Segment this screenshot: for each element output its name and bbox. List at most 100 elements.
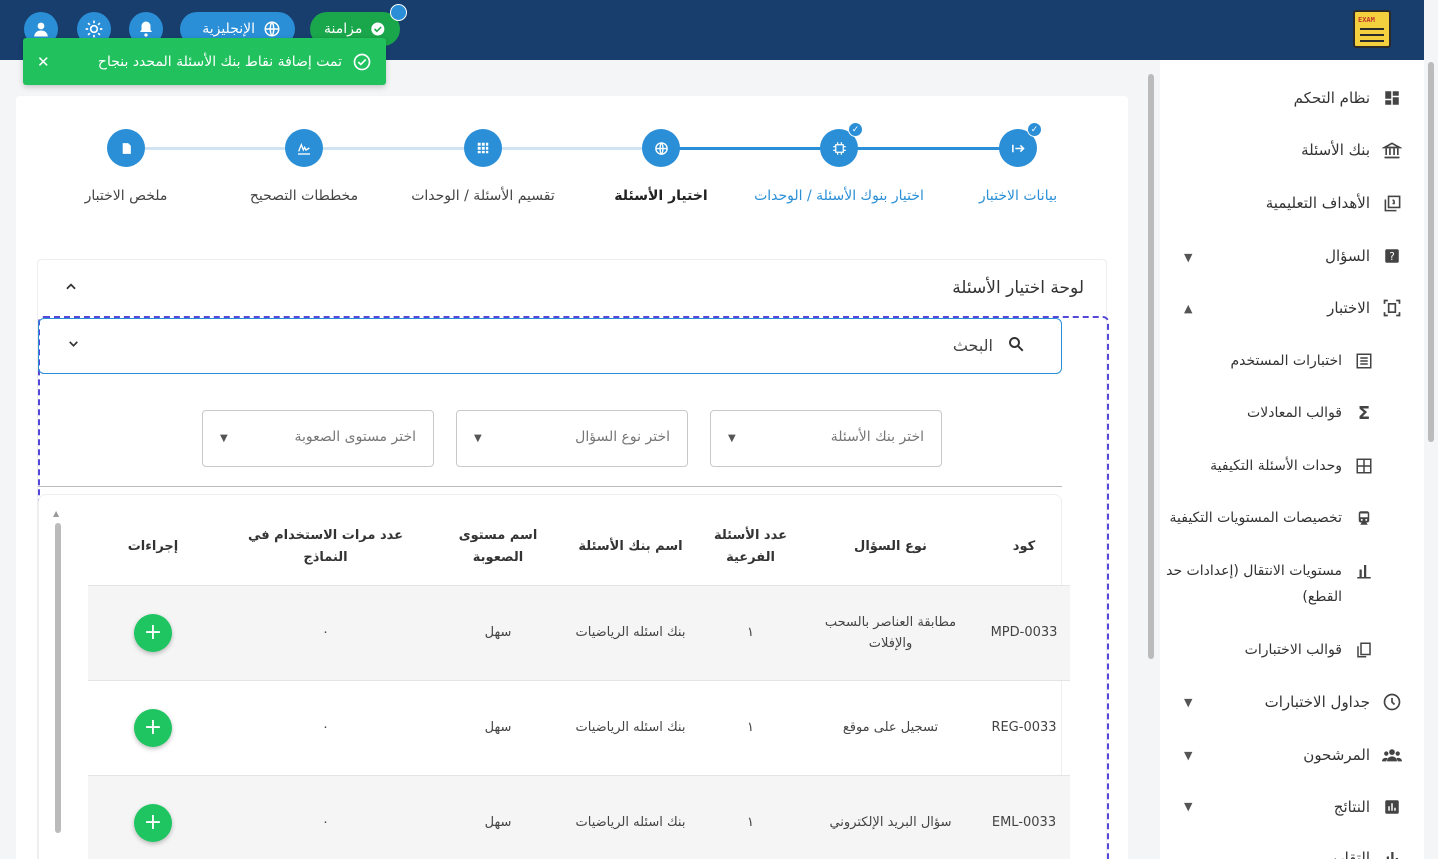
- signature-icon: [298, 142, 310, 155]
- sidebar-item-exam[interactable]: الاختبار: [1327, 298, 1402, 318]
- sidebar-item-objectives[interactable]: الأهداف التعليمية: [1266, 193, 1402, 213]
- search-expander[interactable]: البحث: [38, 318, 1062, 374]
- success-toast: ✕ تمت إضافة نقاط بنك الأسئلة المحدد بنجا…: [23, 38, 386, 85]
- chevron-down-icon[interactable]: ▼: [1184, 800, 1192, 813]
- report-icon: [1382, 848, 1402, 859]
- cell-usage: ٠: [218, 775, 433, 859]
- level-select-placeholder: اختر مستوى الصعوبة: [294, 429, 416, 445]
- chip-icon: [832, 141, 846, 155]
- sidebar-item-adaptive-levels[interactable]: تخصيصات المستويات التكيفية: [1170, 508, 1374, 528]
- divider: [38, 486, 1062, 487]
- dropdown-arrow-icon: ▼: [474, 433, 482, 444]
- table-row: MPD-0033 مطابقة العناصر بالسحب والإفلات …: [88, 585, 1070, 681]
- step-marking-schemes[interactable]: مخططات التصحيح: [204, 129, 404, 207]
- sidebar-item-results[interactable]: النتائج: [1334, 797, 1402, 817]
- difficulty-select[interactable]: اختر مستوى الصعوبة ▼: [202, 410, 434, 467]
- header-subcount: عدد الأسئلة الفرعية: [698, 510, 803, 586]
- logo-text: EXAM: [1358, 16, 1375, 24]
- step-label: اختيار بنوك الأسئلة / الوحدات: [754, 188, 924, 204]
- step-label: مخططات التصحيح: [249, 188, 359, 204]
- questions-table: كود نوع السؤال عدد الأسئلة الفرعية اسم ب…: [88, 510, 1070, 859]
- question-icon: ?: [1382, 246, 1402, 266]
- bell-icon: [140, 21, 152, 37]
- sidebar-item-adaptive-units[interactable]: وحدات الأسئلة التكيفية: [1210, 456, 1374, 476]
- search-icon: [1007, 335, 1025, 358]
- step-select-banks[interactable]: ✓ اختيار بنوك الأسئلة / الوحدات: [739, 122, 939, 207]
- main-scrollbar[interactable]: [1146, 62, 1156, 859]
- sidebar-item-label: بنك الأسئلة: [1301, 141, 1370, 159]
- sidebar-item-exam-templates[interactable]: قوالب الاختبارات: [1245, 640, 1374, 660]
- table-scrollbar[interactable]: ▲: [53, 509, 61, 859]
- cell-type: تسجيل على موقع: [803, 680, 978, 776]
- cell-bank: بنك اسئله الرياضيات: [563, 775, 698, 859]
- app-logo[interactable]: EXAM: [1353, 10, 1391, 48]
- sidebar-item-equation-templates[interactable]: Σ قوالب المعادلات: [1247, 403, 1374, 424]
- toast-message: تمت إضافة نقاط بنك الأسئلة المحدد بنجاح: [97, 53, 342, 70]
- sidebar-item-reports[interactable]: التقارير: [1325, 848, 1402, 859]
- grid-icon: [1354, 456, 1374, 476]
- cell-bank: بنك اسئله الرياضيات: [563, 585, 698, 681]
- collapse-chevron-up-icon[interactable]: [64, 280, 78, 298]
- user-icon: [34, 22, 48, 37]
- bank-icon: [1382, 140, 1402, 160]
- search-label: البحث: [952, 336, 993, 355]
- header-bank: اسم بنك الأسئلة: [563, 510, 698, 586]
- dashboard-icon: [1382, 88, 1402, 108]
- cell-level: سهل: [433, 680, 563, 776]
- sidebar-item-transition-levels[interactable]: مستويات الانتقال (إعدادات حد القطع): [1162, 558, 1374, 610]
- sync-label: مزامنة: [324, 21, 363, 37]
- sidebar: نظام التحكم بنك الأسئلة الأهداف التعليمي…: [1160, 60, 1424, 859]
- step-exam-summary[interactable]: ملخص الاختبار: [26, 129, 226, 207]
- chevron-up-icon[interactable]: ▲: [1184, 302, 1192, 315]
- add-question-button[interactable]: +: [134, 803, 172, 842]
- sidebar-item-label: الأهداف التعليمية: [1265, 194, 1370, 212]
- sidebar-item-label: الاختبار: [1327, 299, 1370, 317]
- sidebar-item-label: المرشحون: [1303, 746, 1370, 764]
- cell-usage: ٠: [218, 585, 433, 681]
- sidebar-item-exam-schedules[interactable]: جداول الاختبارات: [1265, 692, 1402, 712]
- sidebar-item-label: السؤال: [1325, 247, 1370, 265]
- cell-bank: بنك اسئله الرياضيات: [563, 680, 698, 776]
- step-label: اختيار الأسئلة: [614, 188, 708, 204]
- question-type-select[interactable]: اختر نوع السؤال ▼: [456, 410, 688, 467]
- step-select-questions[interactable]: اختيار الأسئلة: [561, 129, 761, 207]
- table-header-row: كود نوع السؤال عدد الأسئلة الفرعية اسم ب…: [88, 510, 1070, 586]
- chevron-down-icon[interactable]: ▼: [1184, 696, 1192, 709]
- sync-status-dot: [390, 4, 407, 21]
- toast-close-button[interactable]: ✕: [37, 53, 50, 71]
- chevron-down-icon[interactable]: ▼: [1184, 251, 1192, 264]
- chevron-down-icon[interactable]: [67, 337, 80, 354]
- sidebar-item-question[interactable]: ? السؤال: [1325, 246, 1402, 266]
- globe-icon: [654, 141, 668, 155]
- sidebar-item-question-bank[interactable]: بنك الأسئلة: [1301, 140, 1402, 160]
- chevron-down-icon[interactable]: ▼: [1184, 749, 1192, 762]
- objectives-icon: [1382, 193, 1402, 213]
- step-split-questions[interactable]: تقسيم الأسئلة / الوحدات: [383, 129, 583, 207]
- sidebar-item-user-exams[interactable]: اختبارات المستخدم: [1230, 351, 1374, 371]
- sidebar-item-label: وحدات الأسئلة التكيفية: [1210, 458, 1342, 474]
- step-done-check-icon: ✓: [848, 122, 863, 137]
- step-label: تقسيم الأسئلة / الوحدات: [411, 188, 555, 204]
- step-done-check-icon: ✓: [1027, 122, 1042, 137]
- add-question-button[interactable]: +: [134, 613, 172, 652]
- page-scrollbar[interactable]: [1425, 62, 1438, 859]
- sidebar-item-label: جداول الاختبارات: [1264, 693, 1370, 711]
- header-type: نوع السؤال: [803, 510, 978, 586]
- bank-select[interactable]: اختر بنك الأسئلة ▼: [710, 410, 942, 467]
- cell-code: REG-0033: [978, 680, 1070, 776]
- sidebar-item-dashboard[interactable]: نظام التحكم: [1294, 88, 1402, 108]
- step-exam-data[interactable]: ✓ بيانات الاختبار: [918, 122, 1118, 207]
- exam-icon: [1382, 298, 1402, 318]
- scroll-up-arrow-icon[interactable]: ▲: [53, 509, 59, 518]
- cell-usage: ٠: [218, 680, 433, 776]
- chart-icon: [1382, 797, 1402, 817]
- sidebar-item-candidates[interactable]: المرشحون: [1303, 745, 1402, 765]
- arrow-icon: [1011, 144, 1025, 152]
- header-code: كود: [978, 510, 1070, 586]
- header-level: اسم مستوى الصعوبة: [433, 510, 563, 586]
- add-question-button[interactable]: +: [134, 708, 172, 747]
- cell-subcount: ١: [698, 585, 803, 681]
- doc-icon: [122, 142, 131, 154]
- header-usage: عدد مرات الاستخدام في النماذج: [218, 510, 433, 586]
- sidebar-item-label: اختبارات المستخدم: [1230, 353, 1342, 369]
